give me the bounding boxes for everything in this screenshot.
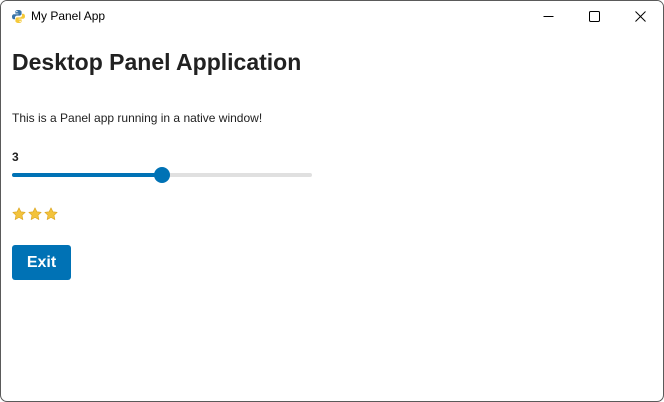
exit-button[interactable]: Exit [12,245,71,280]
star-icon [28,207,42,221]
star-icon [44,207,58,221]
maximize-button[interactable] [572,1,618,32]
panel-content: Desktop Panel Application This is a Pane… [1,32,663,401]
star-icon [12,207,26,221]
title-bar[interactable]: My Panel App [1,1,663,32]
slider-thumb[interactable] [154,167,170,183]
window-title: My Panel App [31,9,106,23]
page-title: Desktop Panel Application [12,49,302,75]
slider-fill [12,173,162,177]
slider-value-label: 3 [12,150,19,164]
close-button[interactable] [618,1,663,32]
minimize-button[interactable] [526,1,572,32]
app-window: My Panel App Desktop Panel Application T… [0,0,664,402]
description-text: This is a Panel app running in a native … [12,111,263,125]
star-rating [12,207,58,221]
python-icon [11,9,26,24]
value-slider[interactable] [12,166,312,184]
